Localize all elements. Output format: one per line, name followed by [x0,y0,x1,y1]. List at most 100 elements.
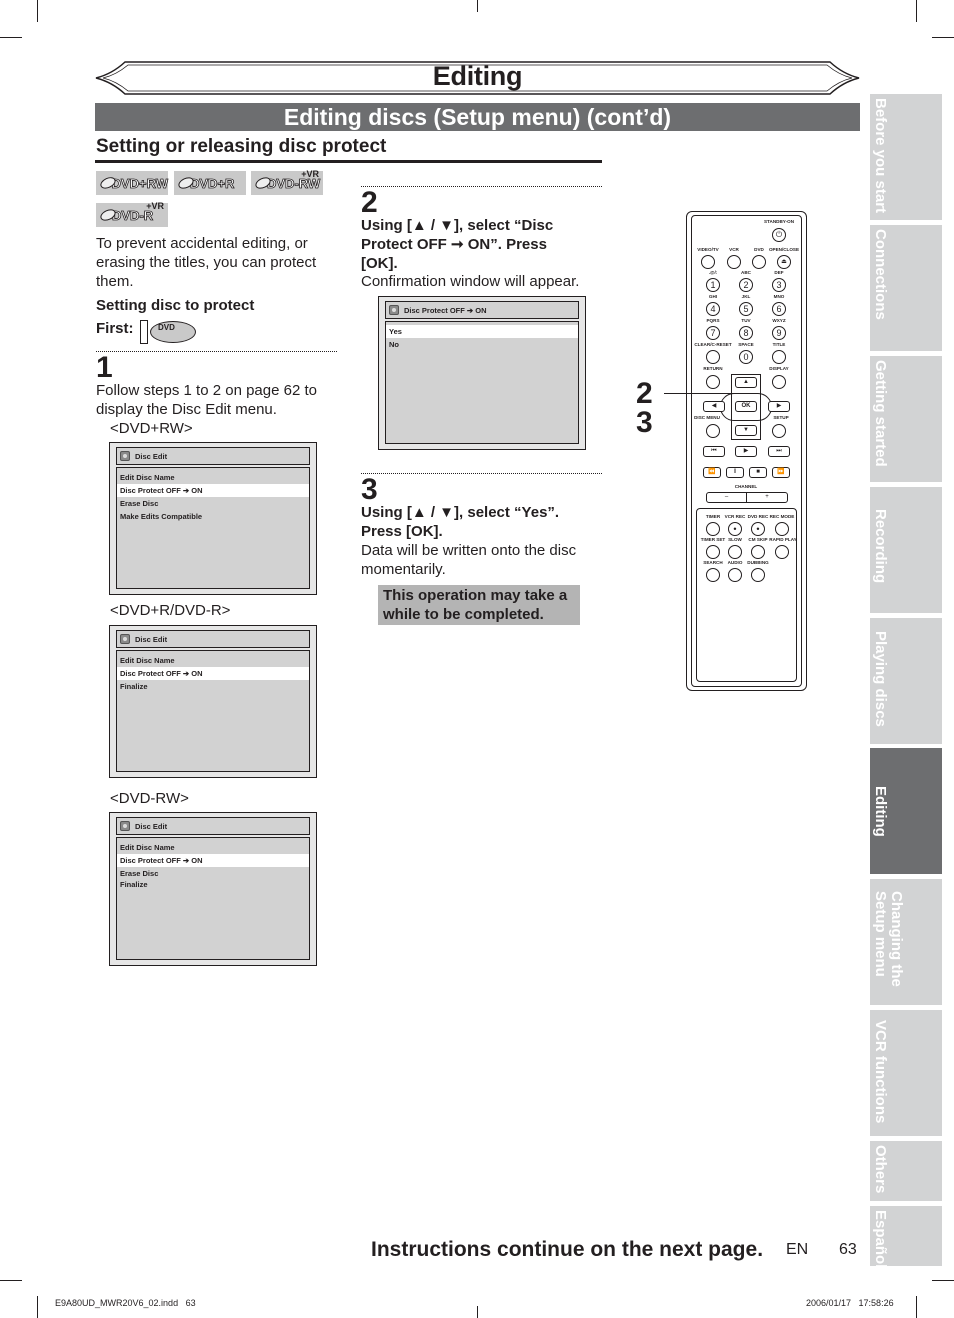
rapid-play-label: RAPID PLAY [769,537,797,542]
skip-back-button[interactable]: ⏮ [703,446,725,457]
digit-0-button[interactable]: 0 [739,350,753,364]
play-button[interactable]: ▶ [735,446,757,457]
side-tab-before-you-start[interactable]: Before you start [870,94,942,220]
digit-8-button[interactable]: 8 [739,326,753,340]
step-1-number: 1 [96,351,113,384]
menu-item[interactable]: Erase Disc [117,497,309,510]
dvd-rec-button[interactable]: • [751,522,765,536]
channel-down-button[interactable]: – [706,492,747,503]
disc-icon [389,305,399,315]
cm-skip-button[interactable] [751,545,765,559]
step-2-instruction-bold: Using [▲ / ▼], select “Disc Protect OFF … [361,217,554,272]
menu-item[interactable]: Edit Disc Name [117,471,309,484]
fast-forward-button[interactable]: ⏩ [772,467,790,478]
rapid-play-button[interactable] [775,545,789,559]
clear-button[interactable] [706,350,720,364]
side-tab-espanol[interactable]: Español [870,1206,942,1269]
screen-title: Disc Edit [135,451,168,461]
screen-menu: Edit Disc Name Disc Protect OFF ➔ ON Fin… [116,650,310,772]
side-tab-changing-setup-menu[interactable]: Changing the Setup menu [870,879,942,1005]
timer-button[interactable] [706,522,720,536]
digit-1-button[interactable]: 1 [706,278,720,292]
skip-forward-button[interactable]: ⏭ [768,446,790,457]
callout-step-2: 2 [636,377,653,410]
screen-caption-dvd-minus-rw: <DVD-RW> [110,790,189,807]
remote-buttons: STANDBY-ON ⏻ VIDEO/TV VCR DVD OPEN/CLOSE… [686,211,807,691]
display-button[interactable] [772,375,786,389]
power-button[interactable]: ⏻ [772,228,786,242]
menu-item[interactable]: Edit Disc Name [117,841,309,854]
disc-icon [120,634,130,644]
slow-button[interactable] [728,545,742,559]
menu-item[interactable]: Finalize [117,878,309,891]
return-button[interactable] [706,375,720,389]
side-tab-label: Editing [872,786,889,837]
dvd-button-label: DVD [158,323,175,332]
menu-item-yes[interactable]: Yes [386,325,578,338]
cm-skip-label: CM SKIP [748,537,768,542]
left-arrow-button[interactable]: ◀ [703,401,725,412]
side-tab-recording[interactable]: Recording [870,487,942,613]
menu-item-selected[interactable]: Disc Protect OFF ➔ ON [117,854,309,867]
vcr-rec-button[interactable]: • [728,522,742,536]
step-3-instruction: Data will be written onto the disc momen… [361,542,577,578]
menu-item[interactable]: Finalize [117,680,309,693]
screen-confirm: Disc Protect OFF ➔ ON Yes No [378,296,586,450]
side-tab-getting-started[interactable]: Getting started [870,356,942,482]
timer-set-label: TIMER SET [700,537,726,542]
video-tv-button[interactable] [701,255,715,269]
down-arrow-button[interactable]: ▼ [735,425,757,436]
pause-button[interactable]: ‖ [726,467,744,478]
digit-7-button[interactable]: 7 [706,326,720,340]
menu-item[interactable]: Edit Disc Name [117,654,309,667]
key-7-letters: PQRS [706,318,720,323]
slow-label: SLOW [728,537,742,542]
side-tab-editing[interactable]: Editing [870,748,942,874]
digit-9-button[interactable]: 9 [772,326,786,340]
digit-4-button[interactable]: 4 [706,302,720,316]
stop-button[interactable]: ■ [749,467,767,478]
vcr-button[interactable] [727,255,741,269]
eject-button[interactable]: ⏏ [777,255,791,269]
rewind-button[interactable]: ⏪ [703,467,721,478]
disc-icon [120,451,130,461]
key-4-letters: GHI [708,294,718,299]
title-button[interactable] [772,350,786,364]
vcr-label: VCR [729,247,739,252]
digit-5-button[interactable]: 5 [739,302,753,316]
menu-item-selected[interactable]: Disc Protect OFF ➔ ON [117,667,309,680]
search-button[interactable] [706,568,720,582]
channel-up-button[interactable]: + [746,492,788,503]
slug-timestamp: 2006/01/17 17:58:26 [806,1298,894,1308]
disc-badge-label: DVD+R [190,175,235,191]
dvd-button[interactable] [752,255,766,269]
side-tab-label: Before you start [872,98,889,214]
screen-title: Disc Protect OFF ➔ ON [404,305,487,315]
side-tab-connections[interactable]: Connections [870,225,942,351]
audio-button[interactable] [728,568,742,582]
rec-mode-button[interactable] [775,522,789,536]
crop-mark [37,1296,38,1318]
digit-2-button[interactable]: 2 [739,278,753,292]
side-tab-others[interactable]: Others [870,1141,942,1201]
side-tab-playing-discs[interactable]: Playing discs [870,618,942,744]
menu-item-selected[interactable]: Disc Protect OFF ➔ ON [117,484,309,497]
right-arrow-button[interactable]: ▶ [768,401,790,412]
digit-6-button[interactable]: 6 [772,302,786,316]
setup-label: SETUP [773,415,789,420]
menu-item-no[interactable]: No [386,338,578,351]
side-tab-label: Recording [872,509,889,584]
digit-3-button[interactable]: 3 [772,278,786,292]
slug-filename: E9A80UD_MWR20V6_02.indd 63 [55,1298,196,1308]
menu-item[interactable]: Make Edits Compatible [117,510,309,523]
setup-button[interactable] [772,424,786,438]
screen-caption-dvd-plus-r: <DVD+R/DVD-R> [110,602,231,619]
ok-button[interactable]: OK [735,401,757,412]
side-tab-vcr-functions[interactable]: VCR functions [870,1010,942,1136]
dubbing-button[interactable] [751,568,765,582]
up-arrow-button[interactable]: ▲ [735,377,757,388]
side-tab-label: Español [872,1210,889,1269]
screen-title: Disc Edit [135,634,168,644]
timer-set-button[interactable] [706,545,720,559]
disc-menu-button[interactable] [706,424,720,438]
